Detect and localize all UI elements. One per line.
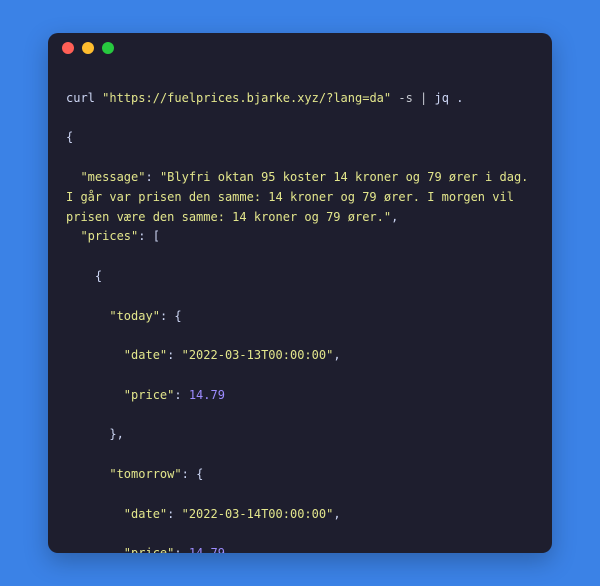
close-icon[interactable] (62, 42, 74, 54)
today-price-line: "price": 14.79 (66, 386, 534, 406)
prices-line: "prices": [ (66, 227, 534, 247)
today-price: 14.79 (189, 388, 225, 402)
minimize-icon[interactable] (82, 42, 94, 54)
curl-command: curl (66, 91, 95, 105)
titlebar (48, 33, 552, 63)
array-open: { (66, 267, 534, 287)
terminal-window: curl "https://fuelprices.bjarke.xyz/?lan… (48, 33, 552, 553)
pipe: | (420, 91, 427, 105)
tomorrow-line: "tomorrow": { (66, 465, 534, 485)
jq-arg: . (456, 91, 463, 105)
price-key: "price" (124, 546, 175, 553)
open-brace: { (66, 128, 534, 148)
tomorrow-price: 14.79 (189, 546, 225, 553)
prices-key: "prices" (80, 229, 138, 243)
today-close: }, (66, 425, 534, 445)
date-key: "date" (124, 348, 167, 362)
message-line: "message": "Blyfri oktan 95 koster 14 kr… (66, 170, 536, 224)
today-key: "today" (109, 309, 160, 323)
url: "https://fuelprices.bjarke.xyz/?lang=da" (102, 91, 391, 105)
date-key: "date" (124, 507, 167, 521)
today-line: "today": { (66, 307, 534, 327)
message-key: "message" (80, 170, 145, 184)
today-date-line: "date": "2022-03-13T00:00:00", (66, 346, 534, 366)
tomorrow-date-line: "date": "2022-03-14T00:00:00", (66, 505, 534, 525)
tomorrow-key: "tomorrow" (109, 467, 181, 481)
price-key: "price" (124, 388, 175, 402)
tomorrow-price-line: "price": 14.79 (66, 544, 534, 553)
flag: -s (398, 91, 412, 105)
maximize-icon[interactable] (102, 42, 114, 54)
today-date: "2022-03-13T00:00:00" (182, 348, 334, 362)
terminal-content: curl "https://fuelprices.bjarke.xyz/?lan… (48, 63, 552, 553)
jq-command: jq (435, 91, 449, 105)
command-line: curl "https://fuelprices.bjarke.xyz/?lan… (66, 89, 534, 109)
tomorrow-date: "2022-03-14T00:00:00" (182, 507, 334, 521)
